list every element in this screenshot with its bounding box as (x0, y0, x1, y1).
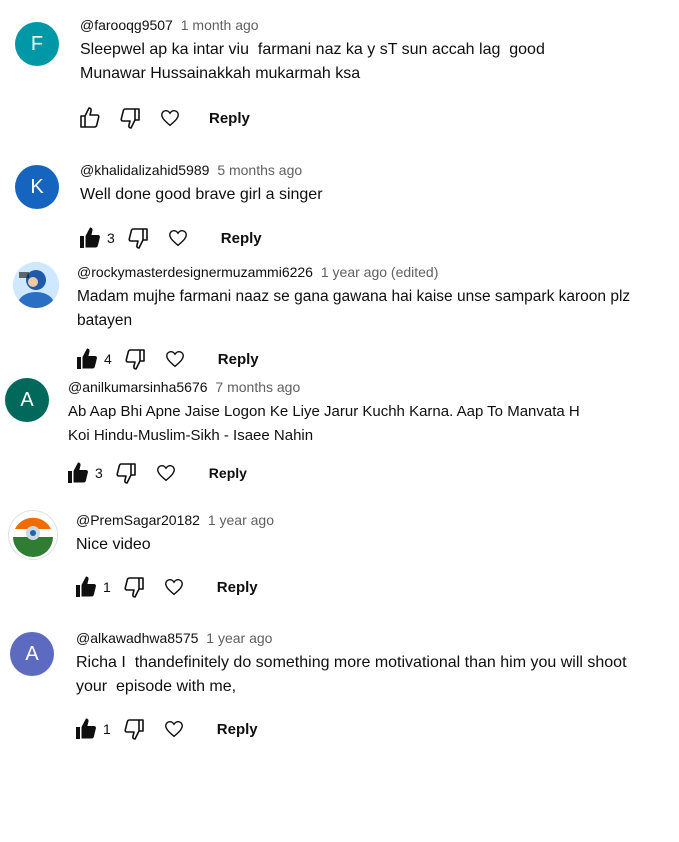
avatar[interactable] (8, 510, 58, 560)
like-button[interactable] (77, 105, 103, 131)
comment-text: Madam mujhe farmani naaz se gana gawana … (77, 288, 631, 329)
like-count: 3 (107, 230, 115, 246)
dislike-button[interactable] (117, 105, 143, 131)
reply-button[interactable]: Reply (221, 230, 262, 247)
heart-icon (168, 229, 187, 247)
like-button[interactable] (77, 225, 103, 251)
thumbs-down-outline-icon (128, 228, 148, 249)
heart-button[interactable] (165, 225, 191, 251)
like-button[interactable] (73, 574, 99, 600)
like-count: 3 (95, 465, 103, 481)
heart-button[interactable] (153, 460, 179, 486)
comment-text: Sleepwel ap ka intar viu farmani naz ka … (80, 41, 545, 82)
thumbs-up-filled-icon (76, 718, 96, 739)
like-button[interactable] (65, 460, 91, 486)
comment-author[interactable]: @khalidalizahid5989 (80, 162, 209, 178)
comment-author[interactable]: @alkawadhwa8575 (76, 630, 198, 646)
like-count: 4 (104, 351, 112, 367)
reply-button[interactable]: Reply (218, 351, 259, 368)
comment-text: Nice video (76, 536, 151, 553)
comment-author[interactable]: @rockymasterdesignermuzammi6226 (77, 264, 313, 280)
reply-button[interactable]: Reply (217, 721, 258, 738)
heart-icon (164, 578, 183, 596)
heart-button[interactable] (161, 574, 187, 600)
comment-time[interactable]: 5 months ago (217, 162, 302, 178)
thumbs-down-outline-icon (125, 349, 145, 370)
avatar[interactable]: F (15, 22, 59, 66)
like-count: 1 (103, 721, 111, 737)
avatar[interactable] (13, 262, 59, 308)
heart-icon (165, 350, 184, 368)
reply-button[interactable]: Reply (217, 579, 258, 596)
dislike-button[interactable] (121, 716, 147, 742)
heart-button[interactable] (157, 105, 183, 131)
thumbs-up-outline-icon (80, 107, 100, 128)
comment-time[interactable]: 1 year ago (edited) (321, 264, 439, 280)
thumbs-up-filled-icon (68, 462, 88, 483)
dislike-button[interactable] (122, 346, 148, 372)
like-count: 1 (103, 579, 111, 595)
comment-author[interactable]: @PremSagar20182 (76, 512, 200, 528)
comment-text: Well done good brave girl a singer (80, 186, 323, 203)
heart-button[interactable] (161, 716, 187, 742)
reply-button[interactable]: Reply (209, 110, 250, 127)
heart-button[interactable] (162, 346, 188, 372)
thumbs-up-filled-icon (77, 348, 97, 369)
dislike-button[interactable] (121, 574, 147, 600)
thumbs-up-filled-icon (80, 227, 100, 248)
comment-time[interactable]: 1 month ago (181, 17, 259, 33)
like-button[interactable] (73, 716, 99, 742)
comment-text: Richa I thandefinitely do something more… (76, 654, 627, 695)
comment-time[interactable]: 7 months ago (215, 379, 300, 395)
thumbs-down-outline-icon (120, 108, 140, 129)
avatar[interactable]: A (5, 378, 49, 422)
heart-icon (161, 109, 179, 127)
thumbs-down-outline-icon (124, 719, 144, 740)
comment-author[interactable]: @farooqg9507 (80, 17, 173, 33)
dislike-button[interactable] (125, 225, 151, 251)
avatar-image (13, 262, 59, 308)
avatar-image (9, 511, 57, 559)
thumbs-up-filled-icon (76, 576, 96, 597)
avatar[interactable]: K (15, 165, 59, 209)
thumbs-down-outline-icon (116, 463, 136, 484)
thumbs-down-outline-icon (124, 577, 144, 598)
comment-author[interactable]: @anilkumarsinha5676 (68, 379, 208, 395)
comment-text: Ab Aap Bhi Apne Jaise Logon Ke Liye Jaru… (68, 403, 580, 444)
comment-time[interactable]: 1 year ago (206, 630, 272, 646)
avatar[interactable]: A (10, 632, 54, 676)
like-button[interactable] (74, 346, 100, 372)
reply-button[interactable]: Reply (209, 465, 247, 481)
comment-time[interactable]: 1 year ago (208, 512, 274, 528)
heart-icon (164, 720, 183, 738)
heart-icon (156, 464, 175, 482)
dislike-button[interactable] (113, 460, 139, 486)
